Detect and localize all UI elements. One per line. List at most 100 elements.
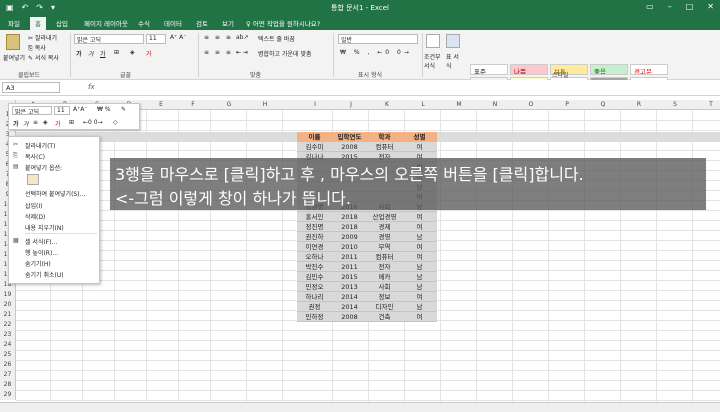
menu-item-row-height[interactable]: 행 높이(R)... xyxy=(25,248,58,257)
table-header-cell[interactable]: 성별 xyxy=(402,132,437,142)
row-header[interactable]: 22 xyxy=(0,320,16,330)
menu-item-insert[interactable]: 삽입(I) xyxy=(25,201,43,210)
mini-align-icon[interactable]: ≡ xyxy=(33,119,38,126)
tab-view[interactable]: 보기 xyxy=(222,18,234,28)
cell-style-1[interactable]: 나쁨 xyxy=(510,64,548,75)
menu-item-hide[interactable]: 숨기기(H) xyxy=(25,259,51,268)
table-cell[interactable]: 2013 xyxy=(332,282,367,292)
column-header[interactable]: K xyxy=(370,101,404,108)
table-cell[interactable]: 김민수 xyxy=(297,272,332,282)
border-icon[interactable]: ⊞ xyxy=(114,49,119,56)
table-cell[interactable]: 김수미 xyxy=(297,142,332,152)
table-cell[interactable]: 산업경영 xyxy=(367,212,402,222)
tab-file[interactable]: 파일 xyxy=(8,18,20,28)
column-header[interactable]: P xyxy=(550,101,584,108)
tab-home[interactable]: 홈 xyxy=(30,17,46,30)
table-cell[interactable]: 여 xyxy=(402,312,437,322)
ribbon-display-icon[interactable]: ▭ xyxy=(646,2,654,11)
paste-icon[interactable] xyxy=(6,34,20,50)
table-header-cell[interactable]: 학과 xyxy=(367,132,402,142)
table-cell[interactable]: 남 xyxy=(402,302,437,312)
format-painter-button[interactable]: ✎ 서식 복사 xyxy=(28,53,59,62)
table-cell[interactable]: 권정 xyxy=(297,302,332,312)
menu-item-format-cells[interactable]: 셀 서식(F)... xyxy=(25,237,57,246)
save-icon[interactable]: ▣ xyxy=(6,3,14,12)
menu-item-unhide[interactable]: 숨기기 취소(U) xyxy=(25,270,64,279)
table-cell[interactable]: 홍서인 xyxy=(297,212,332,222)
underline-icon[interactable]: 가 xyxy=(100,49,106,58)
menu-item-delete[interactable]: 삭제(D) xyxy=(25,212,45,221)
mini-decimal-icons[interactable]: ←0 0→ xyxy=(83,119,103,126)
row-header[interactable]: 23 xyxy=(0,330,16,340)
conditional-format-icon[interactable] xyxy=(426,34,440,48)
mini-font-color-icon[interactable]: 가 xyxy=(55,119,61,128)
redo-icon[interactable]: ↷ xyxy=(36,3,43,12)
grow-font-icon[interactable]: A⁺ A⁻ xyxy=(170,34,186,41)
row-header[interactable]: 28 xyxy=(0,380,16,390)
table-cell[interactable]: 오하나 xyxy=(297,252,332,262)
italic-icon[interactable]: 가 xyxy=(88,49,94,58)
row-header[interactable]: 20 xyxy=(0,300,16,310)
cut-button[interactable]: ✂ 잘라내기 xyxy=(28,33,57,42)
mini-currency-icon[interactable]: ₩ % xyxy=(97,106,111,113)
column-header[interactable]: S xyxy=(658,101,692,108)
table-cell[interactable]: 2011 xyxy=(332,252,367,262)
table-cell[interactable]: 전자 xyxy=(367,262,402,272)
column-header[interactable]: R xyxy=(622,101,656,108)
column-header[interactable]: E xyxy=(144,101,178,108)
mini-grow-font-icon[interactable]: A⁺A⁻ xyxy=(73,106,88,113)
table-cell[interactable]: 경제 xyxy=(367,222,402,232)
cell-style-3[interactable]: 좋음 xyxy=(590,64,628,75)
table-cell[interactable]: 여 xyxy=(402,292,437,302)
column-header[interactable]: N xyxy=(478,101,512,108)
minimize-icon[interactable]: – xyxy=(668,2,672,11)
qat-dropdown-icon[interactable]: ▾ xyxy=(51,3,55,12)
table-cell[interactable]: 컴퓨터 xyxy=(367,252,402,262)
row-header[interactable]: 25 xyxy=(0,350,16,360)
menu-item-paste-special[interactable]: 선택하여 붙여넣기(S)... xyxy=(25,189,85,198)
font-color-icon[interactable]: 가 xyxy=(146,49,152,58)
table-cell[interactable]: 2011 xyxy=(332,262,367,272)
table-header-cell[interactable]: 이름 xyxy=(297,132,332,142)
format-table-icon[interactable] xyxy=(446,34,460,48)
table-cell[interactable]: 디자인 xyxy=(367,302,402,312)
maximize-icon[interactable]: □ xyxy=(686,2,694,11)
mini-fill-color-icon[interactable]: ◈ xyxy=(43,119,48,126)
column-header[interactable]: T xyxy=(694,101,720,108)
table-cell[interactable]: 2015 xyxy=(332,272,367,282)
wrap-text-button[interactable]: 텍스트 줄 바꿈 xyxy=(258,34,295,43)
number-format-icons[interactable]: ₩ % , ←0 0→ xyxy=(340,49,412,56)
column-header[interactable]: O xyxy=(514,101,548,108)
fill-color-icon[interactable]: ◈ xyxy=(130,49,135,56)
table-cell[interactable]: 메카 xyxy=(367,272,402,282)
indent-icons[interactable]: ⇤ ⇥ xyxy=(236,49,248,56)
table-cell[interactable]: 2008 xyxy=(332,142,367,152)
tell-me-search[interactable]: ♀ 어떤 작업을 원하시나요? xyxy=(246,18,320,28)
table-cell[interactable]: 2014 xyxy=(332,302,367,312)
row-header[interactable]: 19 xyxy=(0,290,16,300)
table-cell[interactable]: 하나리 xyxy=(297,292,332,302)
row-header[interactable]: 24 xyxy=(0,340,16,350)
table-cell[interactable]: 남 xyxy=(402,262,437,272)
column-header[interactable]: J xyxy=(334,101,368,108)
mini-italic-icon[interactable]: 가 xyxy=(23,119,29,128)
table-cell[interactable]: 컴퓨터 xyxy=(367,142,402,152)
column-header[interactable]: I xyxy=(298,101,332,108)
row-header[interactable]: 27 xyxy=(0,370,16,380)
table-cell[interactable]: 박진수 xyxy=(297,262,332,272)
mini-clear-icon[interactable]: ◇ xyxy=(113,119,118,126)
table-cell[interactable]: 정진명 xyxy=(297,222,332,232)
copy-button[interactable]: ⎘ 복사 xyxy=(28,43,46,53)
table-cell[interactable]: 2018 xyxy=(332,222,367,232)
name-box[interactable]: A3 xyxy=(2,82,60,93)
table-cell[interactable]: 여 xyxy=(402,242,437,252)
menu-item-copy[interactable]: 복사(C) xyxy=(25,152,45,161)
font-size-select[interactable]: 11 xyxy=(146,34,166,44)
table-cell[interactable]: 여 xyxy=(402,252,437,262)
cell-style-4[interactable]: 경고문 xyxy=(630,64,668,75)
table-cell[interactable]: 여 xyxy=(402,222,437,232)
table-cell[interactable]: 여 xyxy=(402,212,437,222)
tab-data[interactable]: 데이터 xyxy=(164,18,182,28)
column-header[interactable]: H xyxy=(248,101,282,108)
column-header[interactable]: M xyxy=(442,101,476,108)
